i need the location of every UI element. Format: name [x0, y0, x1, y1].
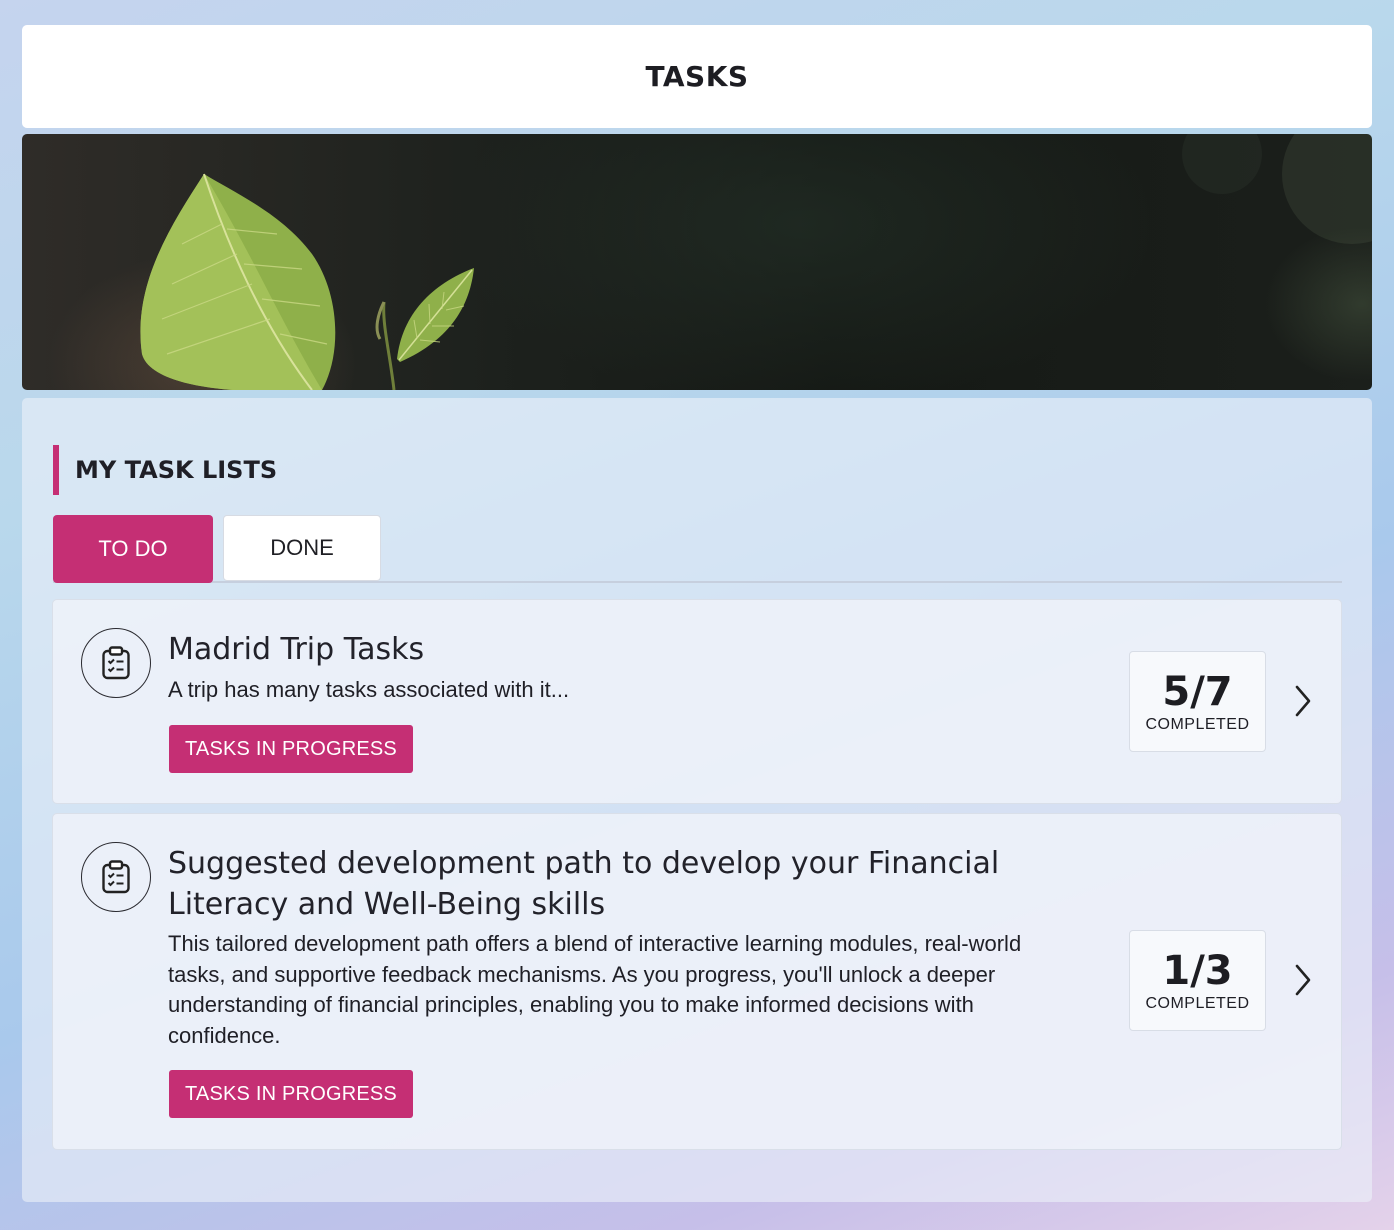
completion-counter: 5/7 COMPLETED [1129, 651, 1266, 752]
tab-to-do[interactable]: TO DO [53, 515, 213, 583]
task-list-description: A trip has many tasks associated with it… [168, 677, 570, 702]
page-title: TASKS [645, 60, 749, 93]
chevron-right-icon[interactable] [1291, 683, 1315, 719]
completion-label: COMPLETED [1145, 715, 1250, 733]
section-heading: MY TASK LISTS [53, 445, 277, 495]
task-tabs: TO DO DONE [53, 515, 1342, 583]
clipboard-checklist-icon [81, 628, 151, 698]
task-lists-panel: MY TASK LISTS TO DO DONE Madrid Trip Tas… [22, 398, 1372, 1202]
status-badge: TASKS IN PROGRESS [169, 725, 413, 773]
completion-count: 5/7 [1162, 668, 1233, 715]
section-title-text: MY TASK LISTS [75, 456, 278, 484]
leaves-illustration [140, 134, 1372, 390]
completion-count: 1/3 [1162, 947, 1233, 994]
task-list-card[interactable]: Madrid Trip Tasks A trip has many tasks … [52, 599, 1342, 804]
task-list-title: Suggested development path to develop yo… [168, 846, 1000, 922]
banner-image [22, 134, 1372, 390]
chevron-right-icon[interactable] [1291, 962, 1315, 998]
completion-counter: 1/3 COMPLETED [1129, 930, 1266, 1031]
task-list-description: This tailored development path offers a … [168, 931, 1022, 1048]
status-badge: TASKS IN PROGRESS [169, 1070, 413, 1118]
page-header: TASKS [22, 25, 1372, 128]
task-list-card[interactable]: Suggested development path to develop yo… [52, 813, 1342, 1150]
task-list-title: Madrid Trip Tasks [168, 632, 425, 667]
clipboard-checklist-icon [81, 842, 151, 912]
completion-label: COMPLETED [1145, 994, 1250, 1012]
tab-done[interactable]: DONE [223, 515, 381, 581]
